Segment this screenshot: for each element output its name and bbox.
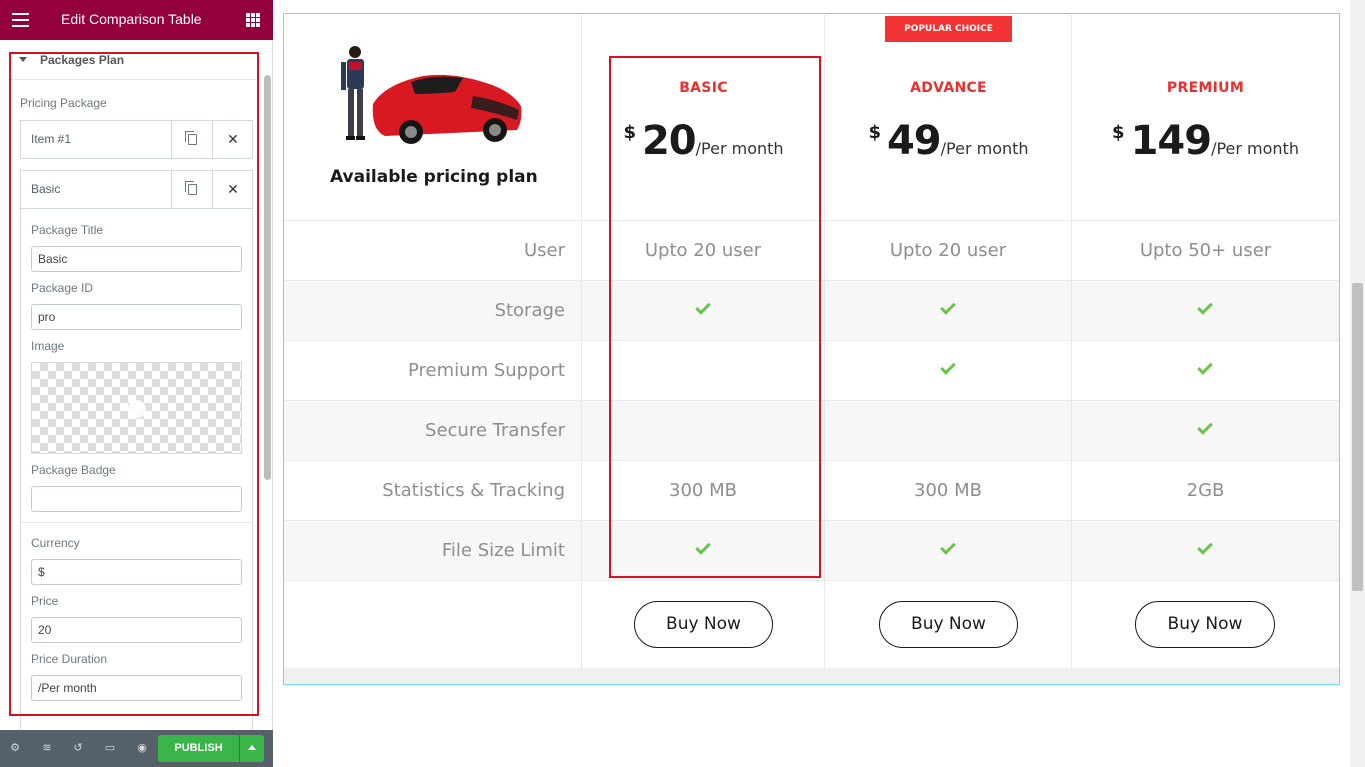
price-duration: /Per month: [940, 139, 1029, 158]
scrollbar-thumb[interactable]: [1352, 283, 1363, 591]
row-value-cell: [825, 521, 1072, 581]
check-icon: [939, 539, 956, 555]
sidebar-scrollbar[interactable]: [264, 75, 271, 480]
row-value-cell: [1072, 401, 1339, 461]
gear-icon[interactable]: ⚙: [9, 742, 21, 754]
row-value-cell: [825, 341, 1072, 401]
car-illustration: [341, 46, 522, 144]
hamburger-menu-icon[interactable]: [12, 13, 29, 27]
buy-now-button-premium[interactable]: Buy Now: [1135, 601, 1275, 648]
check-icon: [1196, 359, 1213, 375]
row-value-cell: [1072, 521, 1339, 581]
history-icon[interactable]: ↺: [72, 742, 84, 754]
row-value-text: 2GB: [1186, 480, 1225, 501]
row-value-cell: [1072, 341, 1339, 401]
publish-button[interactable]: PUBLISH: [158, 735, 239, 762]
widgets-grid-icon[interactable]: [246, 13, 260, 27]
highlight-box: [9, 52, 259, 716]
price-amount: 149: [1130, 118, 1212, 164]
row-value-cell: [1072, 281, 1339, 341]
layers-icon[interactable]: ≋: [41, 742, 53, 754]
buy-now-button-advance[interactable]: Buy Now: [879, 601, 1018, 648]
check-icon: [1196, 539, 1213, 555]
highlight-box: [609, 56, 821, 578]
row-value-text: 300 MB: [914, 480, 982, 501]
plan-price-premium: $149/Per month: [1072, 118, 1339, 164]
row-value-cell: Upto 50+ user: [1072, 221, 1339, 281]
row-value-text: Upto 50+ user: [1139, 240, 1272, 261]
plan-title-advance: ADVANCE: [910, 80, 987, 96]
table-bottom-strip: [284, 668, 1339, 684]
editor-header: Edit Comparison Table: [0, 0, 273, 40]
check-icon: [939, 359, 956, 375]
page-scrollbar[interactable]: [1350, 0, 1365, 767]
eye-icon[interactable]: ◉: [136, 742, 148, 754]
popular-badge: POPULAR CHOICE: [885, 16, 1012, 42]
price-duration: /Per month: [1211, 139, 1299, 158]
editor-footer: ⚙ ≋ ↺ ▭ ◉ PUBLISH: [0, 730, 273, 767]
row-label: Storage: [284, 281, 582, 341]
responsive-icon[interactable]: ▭: [104, 742, 116, 754]
row-label: Statistics & Tracking: [284, 461, 582, 521]
row-value-cell: [825, 401, 1072, 461]
row-value-cell: [825, 281, 1072, 341]
row-value-text: Upto 20 user: [889, 240, 1007, 261]
row-value-cell: 300 MB: [825, 461, 1072, 521]
check-icon: [1196, 299, 1213, 315]
footer-empty-cell: [284, 581, 582, 668]
intro-text: Available pricing plan: [330, 167, 538, 187]
buy-now-button-basic[interactable]: Buy Now: [634, 601, 773, 648]
publish-options-button[interactable]: [240, 735, 264, 762]
row-label: File Size Limit: [284, 521, 582, 581]
row-label: User: [284, 221, 582, 281]
price-amount: 49: [886, 118, 942, 164]
plan-price-advance: $49/Per month: [825, 118, 1072, 164]
row-value-cell: 2GB: [1072, 461, 1339, 521]
editor-title: Edit Comparison Table: [61, 11, 202, 27]
currency-symbol: $: [868, 122, 881, 143]
check-icon: [939, 299, 956, 315]
row-label: Premium Support: [284, 341, 582, 401]
editor-sidebar: Edit Comparison Table Packages Plan Pric…: [0, 0, 273, 767]
currency-symbol: $: [1112, 122, 1125, 143]
check-icon: [1196, 419, 1213, 435]
row-value-cell: Upto 20 user: [825, 221, 1072, 281]
row-label: Secure Transfer: [284, 401, 582, 461]
plan-title-premium: PREMIUM: [1166, 80, 1245, 96]
